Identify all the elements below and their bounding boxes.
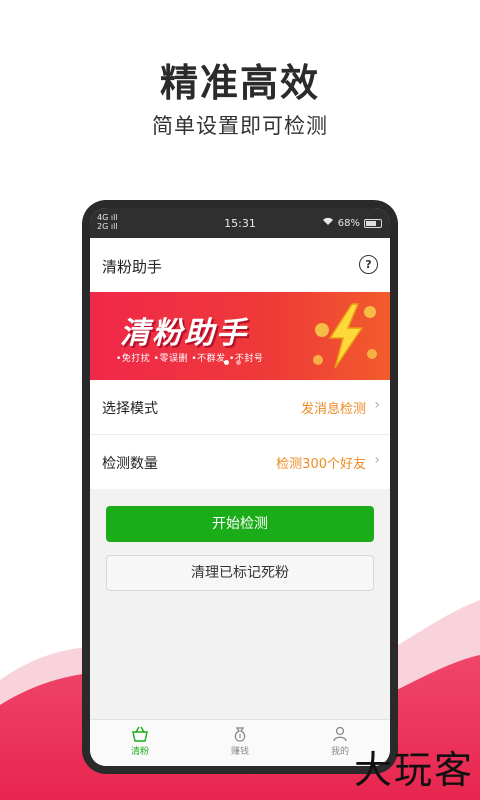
status-bar: 4G ıll 2G ıll 15:31 68% (90, 208, 390, 238)
carousel-dot[interactable] (236, 360, 241, 365)
count-value: 检测300个好友 (276, 457, 366, 472)
mode-value: 发消息检测 (300, 402, 366, 417)
chevron-right-icon: › (374, 397, 380, 413)
help-icon[interactable]: ? (359, 255, 378, 274)
bottom-tab-bar: 清粉 赚钱 我的 (90, 719, 390, 766)
count-label: 检测数量 (102, 456, 158, 472)
start-detection-button[interactable]: 开始检测 (106, 506, 374, 542)
settings-row-count[interactable]: 检测数量 检测300个好友 › (90, 435, 390, 489)
lightning-icon (313, 303, 377, 369)
banner-tagline: •免打扰 •零误删 •不群发 •不封号 (116, 354, 264, 364)
watermark: 大玩客 (353, 748, 474, 792)
phone-screen: 4G ıll 2G ıll 15:31 68% 清粉助手 ? 清粉助手 •免打扰… (90, 208, 390, 766)
promo-banner[interactable]: 清粉助手 •免打扰 •零误删 •不群发 •不封号 (90, 292, 390, 380)
person-icon (333, 726, 347, 742)
battery-icon (364, 218, 382, 228)
settings-row-mode[interactable]: 选择模式 发消息检测 › (90, 380, 390, 435)
basket-icon (132, 726, 148, 742)
settings-list: 选择模式 发消息检测 › 检测数量 检测300个好友 › (90, 380, 390, 489)
battery-percent: 68% (337, 217, 360, 229)
carousel-dot[interactable] (224, 360, 229, 365)
banner-title: 清粉助手 (120, 316, 248, 351)
money-bag-icon (234, 727, 246, 742)
app-title: 清粉助手 (102, 258, 163, 276)
promo-headline: 精准高效 (159, 61, 320, 105)
carousel-dots (224, 360, 241, 365)
chevron-right-icon: › (374, 452, 380, 468)
tab-clean[interactable]: 清粉 (90, 720, 190, 766)
mode-label: 选择模式 (102, 401, 158, 417)
app-header: 清粉助手 ? (90, 238, 390, 292)
promo-subline: 简单设置即可检测 (152, 114, 328, 138)
tab-earn[interactable]: 赚钱 (190, 720, 290, 766)
clear-dead-fans-button[interactable]: 清理已标记死粉 (106, 555, 374, 591)
wifi-icon (322, 217, 334, 229)
phone-frame: 4G ıll 2G ıll 15:31 68% 清粉助手 ? 清粉助手 •免打扰… (82, 200, 398, 774)
